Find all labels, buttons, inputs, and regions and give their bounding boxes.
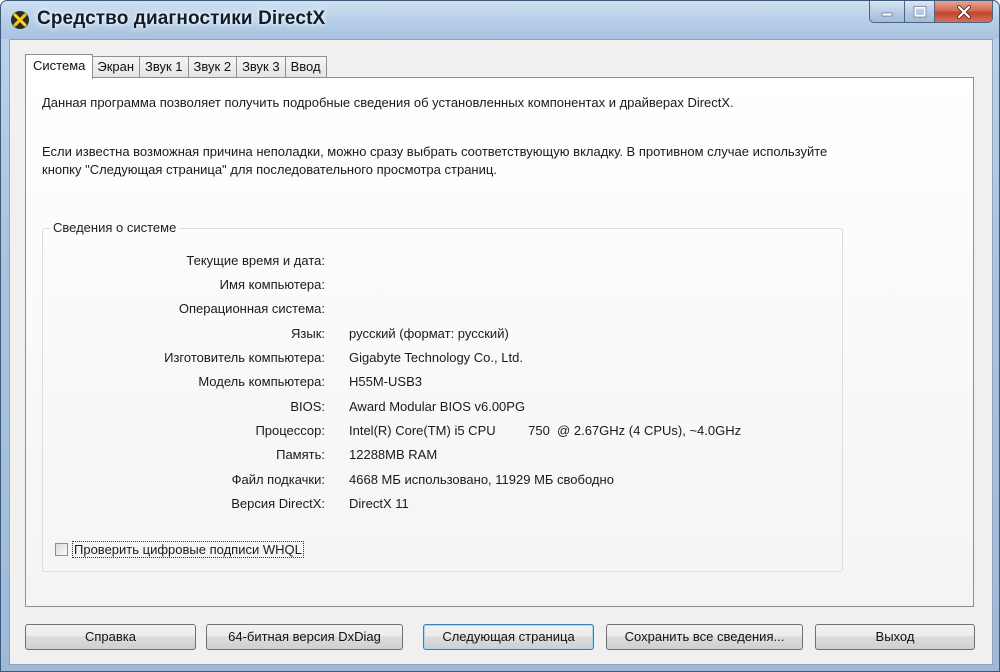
info-label: BIOS: (290, 399, 325, 414)
info-label: Текущие время и дата: (186, 253, 325, 268)
info-value: Gigabyte Technology Co., Ltd. (349, 350, 523, 365)
info-label: Файл подкачки: (231, 472, 325, 487)
close-button[interactable] (935, 1, 993, 23)
info-row-directx-version: Версия DirectX: DirectX 11 (43, 496, 823, 514)
directx-icon (11, 11, 29, 29)
tab-sound-1[interactable]: Звук 1 (140, 56, 189, 78)
info-row-processor: Процессор: Intel(R) Core(TM) i5 CPU 750 … (43, 423, 823, 441)
window-title: Средство диагностики DirectX (37, 8, 326, 29)
info-value: русский (формат: русский) (349, 326, 509, 341)
minimize-icon (881, 12, 893, 16)
tab-system[interactable]: Система (25, 54, 94, 79)
group-title: Сведения о системе (50, 220, 180, 235)
dxdiag-64bit-button[interactable]: 64-битная версия DxDiag (206, 624, 403, 650)
system-tab-panel: Данная программа позволяет получить подр… (25, 77, 974, 607)
info-value: Intel(R) Core(TM) i5 CPU 750 @ 2.67GHz (… (349, 423, 742, 438)
info-label: Версия DirectX: (231, 496, 325, 511)
tab-sound-2[interactable]: Звук 2 (188, 56, 238, 78)
info-row-memory: Память: 12288MB RAM (43, 447, 823, 465)
info-row-model: Модель компьютера: H55M-USB3 (43, 374, 823, 392)
dxdiag-window: Средство диагностики DirectX Система Экр… (0, 0, 1000, 672)
whql-checkbox[interactable] (55, 543, 68, 556)
info-row-language: Язык: русский (формат: русский) (43, 326, 823, 344)
whql-checkbox-label[interactable]: Проверить цифровые подписи WHQL (72, 541, 304, 558)
info-row-bios: BIOS: Award Modular BIOS v6.00PG (43, 399, 823, 417)
info-value: 12288MB RAM (349, 447, 438, 462)
info-row-os: Операционная система: (43, 301, 823, 319)
info-label: Память: (276, 447, 325, 462)
info-label: Модель компьютера: (198, 374, 325, 389)
system-info-group: Сведения о системе Текущие время и дата:… (42, 220, 843, 572)
info-label: Операционная система: (178, 301, 325, 316)
info-row-computer-name: Имя компьютера: (43, 277, 823, 295)
client-area: Система Экран Звук 1 Звук 2 Звук 3 Ввод … (9, 39, 993, 665)
info-row-manufacturer: Изготовитель компьютера: Gigabyte Techno… (43, 350, 823, 368)
info-value: Award Modular BIOS v6.00PG (349, 399, 526, 414)
tab-sound-3[interactable]: Звук 3 (237, 56, 286, 78)
tab-display[interactable]: Экран (92, 56, 141, 78)
window-controls (869, 1, 993, 23)
info-value: DirectX 11 (349, 496, 409, 511)
info-label: Язык: (291, 326, 325, 341)
maximize-button[interactable] (905, 1, 935, 23)
maximize-icon (913, 5, 926, 17)
info-value: H55M-USB3 (349, 374, 422, 389)
info-row-datetime: Текущие время и дата: (43, 253, 823, 271)
info-label: Изготовитель компьютера: (164, 350, 325, 365)
title-bar[interactable]: Средство диагностики DirectX (1, 1, 999, 39)
close-icon (956, 4, 971, 19)
info-value: 4668 МБ использовано, 11929 МБ свободно (349, 472, 614, 487)
minimize-button[interactable] (869, 1, 905, 23)
help-button[interactable]: Справка (25, 624, 196, 650)
info-label: Имя компьютера: (219, 277, 325, 292)
whql-checkbox-row[interactable]: Проверить цифровые подписи WHQL (55, 541, 304, 558)
info-row-pagefile: Файл подкачки: 4668 МБ использовано, 119… (43, 472, 823, 490)
save-all-info-button[interactable]: Сохранить все сведения... (606, 624, 803, 650)
intro-text: Данная программа позволяет получить подр… (42, 95, 734, 110)
tab-input[interactable]: Ввод (285, 56, 327, 78)
info-label: Процессор: (255, 423, 325, 438)
exit-button[interactable]: Выход (815, 624, 975, 650)
intro-hint-text: Если известна возможная причина неполадк… (42, 144, 828, 177)
next-page-button[interactable]: Следующая страница (423, 624, 594, 650)
tab-strip: Система Экран Звук 1 Звук 2 Звук 3 Ввод (25, 54, 327, 79)
